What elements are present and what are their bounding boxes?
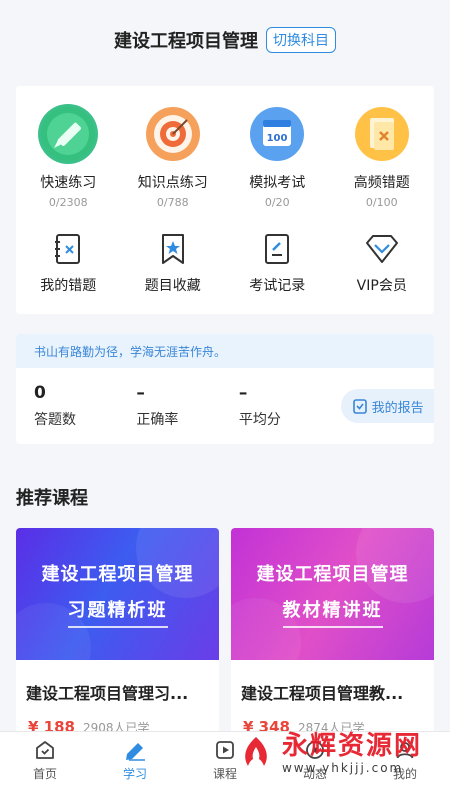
mistake-book-icon xyxy=(50,231,86,267)
watermark-logo-icon xyxy=(245,737,267,766)
knowledge-practice-button[interactable]: 知识点练习 0/788 xyxy=(121,86,225,209)
knowledge-practice-count: 0/788 xyxy=(156,196,189,209)
tab-home[interactable]: 首页 xyxy=(0,732,90,789)
average-score-value: – xyxy=(238,383,248,403)
tab-study[interactable]: 学习 xyxy=(90,732,180,789)
frequent-errors-label: 高频错题 xyxy=(353,175,410,191)
average-score-stat: – 平均分 xyxy=(239,383,341,429)
tab-courses-label: 课程 xyxy=(212,767,237,781)
course-name: 建设工程项目管理教... xyxy=(241,684,404,703)
quick-practice-count: 0/2308 xyxy=(48,196,88,209)
switch-subject-button[interactable]: 切换科目 xyxy=(266,27,336,53)
course-banner-title: 建设工程项目管理 xyxy=(256,564,409,585)
course-banner: 建设工程项目管理 教材精讲班 xyxy=(231,528,434,660)
course-banner-subtitle: 教材精讲班 xyxy=(282,596,383,628)
my-report-label: 我的报告 xyxy=(371,400,424,416)
accuracy-stat: – 正确率 xyxy=(136,383,238,429)
mock-exam-count: 0/20 xyxy=(264,196,290,209)
course-banner-subtitle: 习题精析班 xyxy=(67,596,168,628)
quick-practice-button[interactable]: 快速练习 0/2308 xyxy=(16,86,120,209)
mock-exam-button[interactable]: 100 模拟考试 0/20 xyxy=(225,86,329,209)
study-pen-icon xyxy=(126,743,145,761)
pencil-icon xyxy=(38,104,99,164)
tab-study-label: 学习 xyxy=(122,767,147,781)
bookmark-star-icon xyxy=(155,231,191,267)
my-mistakes-button[interactable]: 我的错题 xyxy=(16,231,120,295)
course-banner-title: 建设工程项目管理 xyxy=(41,564,194,585)
watermark-title: 永辉资源网 xyxy=(281,731,422,761)
my-report-button[interactable]: 我的报告 xyxy=(341,389,434,423)
exam-records-label: 考试记录 xyxy=(249,278,306,294)
diamond-icon xyxy=(364,231,400,267)
frequent-errors-button[interactable]: 高频错题 0/100 xyxy=(330,86,434,209)
my-mistakes-label: 我的错题 xyxy=(40,278,97,294)
knowledge-practice-label: 知识点练习 xyxy=(137,175,208,191)
watermark-url: www.yhkjjj.com xyxy=(281,761,404,775)
recommended-courses-title: 推荐课程 xyxy=(16,488,88,509)
site-watermark: 永辉资源网 www.yhkjjj.com xyxy=(236,733,422,775)
accuracy-value: – xyxy=(136,383,145,403)
mock-exam-icon-text: 100 xyxy=(267,133,288,144)
accuracy-label: 正确率 xyxy=(136,412,179,428)
question-favorites-label: 题目收藏 xyxy=(144,278,201,294)
exam-paper-icon: 100 xyxy=(247,104,307,164)
banner-decoration xyxy=(231,528,434,660)
exam-records-button[interactable]: 考试记录 xyxy=(225,231,329,295)
course-banner: 建设工程项目管理 习题精析班 xyxy=(16,528,219,660)
answered-count-value: 0 xyxy=(34,383,46,403)
mock-exam-label: 模拟考试 xyxy=(249,175,306,191)
course-card[interactable]: 建设工程项目管理 教材精讲班 建设工程项目管理教... ¥ 348 2874人已… xyxy=(231,528,434,743)
course-card[interactable]: 建设工程项目管理 习题精析班 建设工程项目管理习... ¥ 188 2908人已… xyxy=(16,528,219,743)
average-score-label: 平均分 xyxy=(238,412,281,428)
answered-count-label: 答题数 xyxy=(34,412,76,428)
exam-record-icon xyxy=(259,231,295,267)
vip-member-button[interactable]: VIP会员 xyxy=(330,231,434,295)
banner-decoration xyxy=(16,528,219,660)
tab-home-label: 首页 xyxy=(32,767,57,781)
target-icon xyxy=(143,104,203,164)
motto-banner: 书山有路勤为径，学海无涯苦作舟。 xyxy=(16,334,434,368)
page-title: 建设工程项目管理 xyxy=(114,31,258,52)
question-favorites-button[interactable]: 题目收藏 xyxy=(121,231,225,295)
home-icon xyxy=(36,741,54,759)
header: 建设工程项目管理 切换科目 xyxy=(0,0,450,80)
frequent-errors-count: 0/100 xyxy=(365,196,398,209)
study-stats-card: 书山有路勤为径，学海无涯苦作舟。 0 答题数 – 正确率 – 平均分 我的报告 xyxy=(16,334,434,444)
vip-member-label: VIP会员 xyxy=(356,278,407,294)
report-icon xyxy=(352,399,367,414)
course-play-icon xyxy=(216,741,234,759)
error-book-icon xyxy=(352,104,412,164)
quick-practice-label: 快速练习 xyxy=(40,175,97,191)
practice-tools-card: 快速练习 0/2308 知识点练习 0/788 100 模拟考试 0/20 高频… xyxy=(16,86,434,314)
course-name: 建设工程项目管理习... xyxy=(26,684,189,703)
answered-count-stat: 0 答题数 xyxy=(34,383,136,429)
